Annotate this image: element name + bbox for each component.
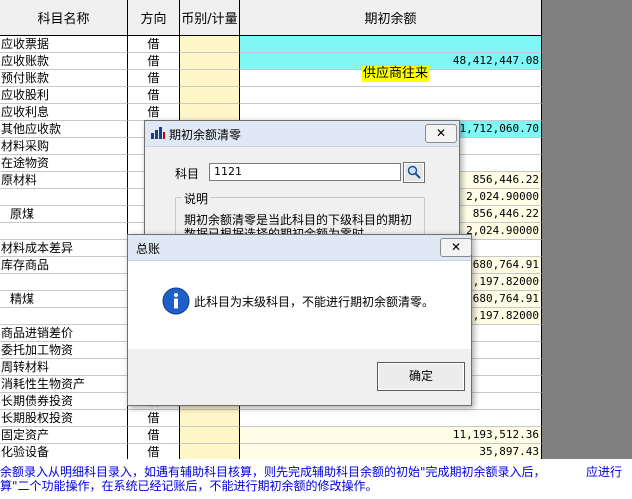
hint-text: 余额录入从明细科目录入，如遇有辅助科目核算，则先完成辅助科目余额的初始"完成期初… (0, 459, 632, 499)
clear-dialog-titlebar[interactable]: 期初余额清零 ✕ (145, 121, 459, 147)
close-icon: ✕ (450, 240, 462, 254)
table-row[interactable]: 化验设备借 35,897.43 (0, 444, 542, 459)
account-name-cell[interactable]: 材料采购 (0, 138, 128, 155)
col-header-balance[interactable]: 期初余额 (240, 0, 542, 36)
account-name-cell[interactable]: 库存商品 (0, 257, 128, 274)
account-name-cell[interactable] (0, 308, 128, 325)
currency-cell[interactable] (180, 104, 240, 121)
clear-dialog-title: 期初余额清零 (169, 128, 242, 142)
table-row[interactable]: 应收票据借 (0, 36, 542, 53)
account-name-cell[interactable]: 其他应收款 (0, 121, 128, 138)
account-name-cell[interactable] (0, 223, 128, 240)
direction-cell[interactable]: 借 (128, 410, 180, 427)
subject-input[interactable]: 1121 (209, 163, 401, 181)
account-name-cell[interactable]: 商品进销差价 (0, 325, 128, 342)
currency-cell[interactable] (180, 427, 240, 444)
account-name-cell[interactable]: 应收股利 (0, 87, 128, 104)
direction-cell[interactable]: 借 (128, 427, 180, 444)
table-row[interactable]: 应收账款借 48,412,447.08 (0, 53, 542, 70)
account-name-cell[interactable]: 固定资产 (0, 427, 128, 444)
message-dialog-title: 总账 (136, 242, 161, 256)
balance-cell[interactable] (240, 410, 542, 427)
direction-cell[interactable]: 借 (128, 104, 180, 121)
ok-button[interactable]: 确定 (377, 362, 465, 391)
account-name-cell[interactable]: 长期股权投资 (0, 410, 128, 427)
currency-cell[interactable] (180, 36, 240, 53)
direction-cell[interactable]: 借 (128, 53, 180, 70)
account-name-cell[interactable]: 化验设备 (0, 444, 128, 459)
direction-cell[interactable]: 借 (128, 70, 180, 87)
account-name-cell[interactable]: 长期债券投资 (0, 393, 128, 410)
account-name-cell[interactable]: 委托加工物资 (0, 342, 128, 359)
table-row[interactable]: 应收股利借 (0, 87, 542, 104)
clear-balance-dialog: 期初余额清零 ✕ 科目 1121 说明 期初余额清零是当此科目的下级科目的期初 … (144, 120, 460, 259)
currency-cell[interactable] (180, 410, 240, 427)
table-row[interactable]: 固定资产借 11,193,512.36 (0, 427, 542, 444)
table-row[interactable]: 长期股权投资借 (0, 410, 542, 427)
currency-cell[interactable] (180, 53, 240, 70)
direction-cell[interactable]: 借 (128, 36, 180, 53)
subject-label: 科目 (175, 167, 200, 181)
ok-button-label: 确定 (408, 369, 433, 383)
hint-line-1c: 应进行 (586, 465, 623, 479)
table-row[interactable]: 预付账款借 (0, 70, 542, 87)
account-name-cell[interactable]: 原材料 (0, 172, 128, 189)
clear-dialog-close-button[interactable]: ✕ (425, 124, 457, 143)
account-name-cell[interactable]: 精煤 (0, 291, 128, 308)
description-group-label: 说明 (182, 190, 211, 207)
account-name-cell[interactable]: 在途物资 (0, 155, 128, 172)
account-name-cell[interactable]: 周转材料 (0, 359, 128, 376)
app-chart-icon (151, 127, 165, 142)
col-header-name[interactable]: 科目名称 (0, 0, 128, 36)
balance-cell[interactable]: 11,193,512.36 (240, 427, 542, 444)
hint-line-1b: "完成期初余额录入后， (420, 465, 546, 479)
account-name-cell[interactable]: 应收利息 (0, 104, 128, 121)
account-name-cell[interactable]: 原煤 (0, 206, 128, 223)
account-name-cell[interactable] (0, 274, 128, 291)
balance-cell[interactable] (240, 87, 542, 104)
info-icon (162, 287, 190, 318)
account-name-cell[interactable]: 预付账款 (0, 70, 128, 87)
col-header-direction[interactable]: 方向 (128, 0, 180, 36)
subject-search-button[interactable] (403, 162, 425, 183)
search-icon (407, 165, 421, 182)
hint-line-1a: 余额录入从明细科目录入，如遇有辅助科目核算，则先完成辅助科目余额的初始 (0, 465, 421, 479)
direction-cell[interactable]: 借 (128, 444, 180, 459)
direction-cell[interactable]: 借 (128, 87, 180, 104)
currency-cell[interactable] (180, 70, 240, 87)
hint-line-1: 余额录入从明细科目录入，如遇有辅助科目核算，则先完成辅助科目余额的初始"完成期初… (0, 465, 546, 479)
currency-cell[interactable] (180, 87, 240, 104)
col-header-currency[interactable]: 币别/计量 (180, 0, 240, 36)
message-dialog-close-button[interactable]: ✕ (440, 238, 472, 257)
table-row[interactable]: 应收利息借 (0, 104, 542, 121)
grid-empty-area (542, 0, 632, 459)
account-name-cell[interactable]: 材料成本差异 (0, 240, 128, 257)
account-name-cell[interactable]: 消耗性生物资产 (0, 376, 128, 393)
balance-cell[interactable] (240, 36, 542, 53)
message-text: 此科目为末级科目，不能进行期初余额清零。 (194, 295, 435, 309)
supplier-tooltip: 供应商往来 (362, 66, 430, 82)
subject-input-value: 1121 (214, 165, 242, 178)
balance-cell[interactable] (240, 104, 542, 121)
currency-cell[interactable] (180, 444, 240, 459)
hint-line-2: 算"二个功能操作，在系统已经记账后，不能进行期初余额的修改操作。 (0, 479, 378, 493)
account-name-cell[interactable] (0, 189, 128, 206)
balance-cell[interactable]: 35,897.43 (240, 444, 542, 459)
account-name-cell[interactable]: 应收账款 (0, 53, 128, 70)
message-dialog: 总账 ✕ 此科目为末级科目，不能进行期初余额清零。 确定 (127, 234, 472, 406)
message-content-area: 此科目为末级科目，不能进行期初余额清零。 (128, 261, 471, 349)
close-icon: ✕ (435, 126, 447, 140)
message-dialog-titlebar[interactable]: 总账 ✕ (128, 235, 472, 261)
account-name-cell[interactable]: 应收票据 (0, 36, 128, 53)
